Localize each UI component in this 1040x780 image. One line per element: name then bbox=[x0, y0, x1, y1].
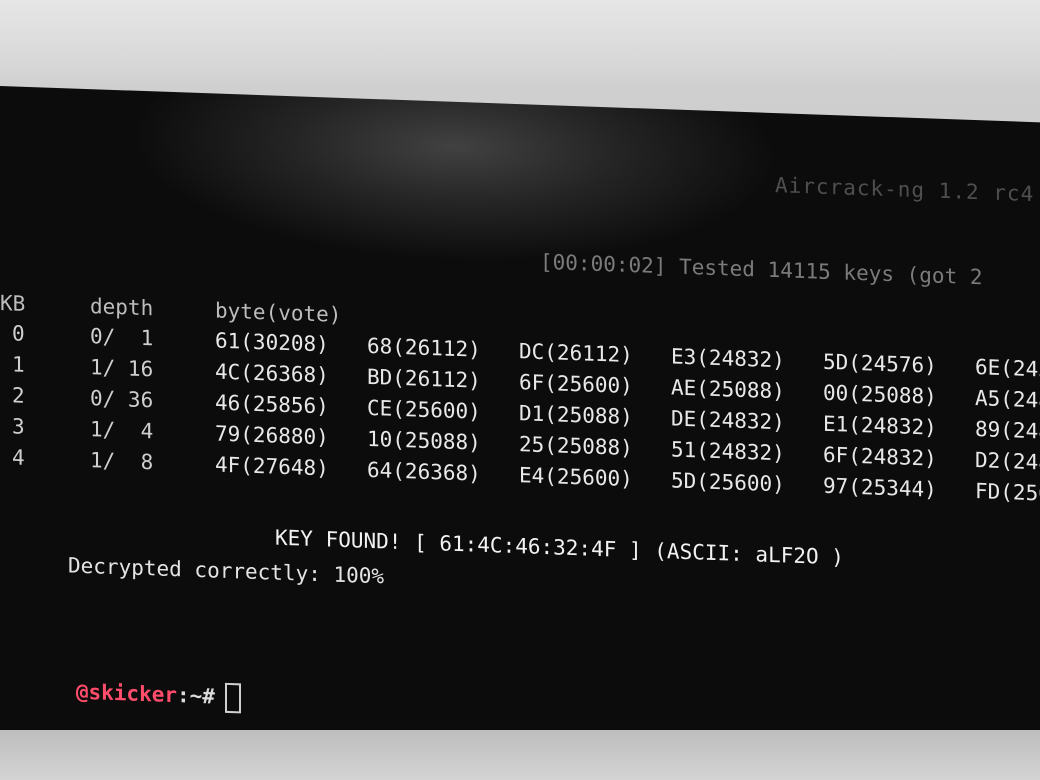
row-depth: 1/ 4 bbox=[90, 417, 154, 444]
vote-cell: 4C(26368) bbox=[215, 359, 329, 388]
vote-cell: 25(25088) bbox=[519, 432, 633, 461]
row-depth: 1/ 8 bbox=[90, 448, 154, 475]
prompt-host: @skicker bbox=[75, 679, 178, 708]
row-depth: 0/ 1 bbox=[90, 324, 154, 351]
vote-cell: 64(26368) bbox=[367, 457, 481, 486]
header-depth: depth bbox=[90, 294, 154, 321]
vote-cell: AE(25088) bbox=[671, 375, 785, 404]
monitor-screen: Aircrack-ng 1.2 rc4 [00:00:02] Tested 14… bbox=[0, 86, 1040, 773]
vote-cell: 79(26880) bbox=[215, 421, 329, 450]
vote-cell: DE(24832) bbox=[671, 406, 785, 435]
vote-cell: E1(24832) bbox=[823, 411, 937, 440]
vote-cell: D1(25088) bbox=[519, 401, 633, 430]
terminal-window[interactable]: Aircrack-ng 1.2 rc4 [00:00:02] Tested 14… bbox=[0, 86, 1040, 772]
vote-cell: D2(248 bbox=[975, 448, 1040, 475]
aircrack-banner: Aircrack-ng 1.2 rc4 bbox=[775, 173, 1035, 207]
header-kb: KB bbox=[0, 291, 26, 316]
vote-cell: 61(30208) bbox=[215, 328, 329, 357]
vote-cell: 5D(24576) bbox=[823, 349, 937, 378]
row-depth: 1/ 16 bbox=[90, 355, 154, 382]
vote-cell: 5D(25600) bbox=[671, 468, 785, 497]
monitor-bezel-bottom bbox=[0, 730, 1040, 780]
vote-cell: 51(24832) bbox=[671, 437, 785, 466]
vote-cell: 00(25088) bbox=[823, 380, 937, 409]
vote-cell: E3(24832) bbox=[671, 344, 785, 373]
vote-cell: 10(25088) bbox=[367, 426, 481, 455]
header-byte-vote: byte(vote) bbox=[215, 298, 342, 327]
progress-status: [00:00:02] Tested 14115 keys (got 2 bbox=[540, 249, 983, 290]
row-kb-index: 1 bbox=[12, 352, 25, 377]
vote-cell: 6E(245 bbox=[975, 355, 1040, 382]
row-kb-index: 4 bbox=[12, 445, 25, 470]
vote-cell: 89(248 bbox=[975, 417, 1040, 444]
vote-cell: BD(26112) bbox=[367, 364, 481, 393]
vote-cell: FD(250 bbox=[975, 479, 1040, 506]
row-kb-index: 0 bbox=[12, 321, 25, 346]
vote-cell: 6F(25600) bbox=[519, 370, 633, 399]
vote-cell: DC(26112) bbox=[519, 339, 633, 368]
prompt-path: :~# bbox=[177, 683, 215, 709]
row-depth: 0/ 36 bbox=[90, 386, 154, 413]
vote-cell: CE(25600) bbox=[367, 395, 481, 424]
vote-cell: 6F(24832) bbox=[823, 442, 937, 471]
vote-cell: 46(25856) bbox=[215, 390, 329, 419]
keybyte-table: 0 0/ 1 61(30208) 68(26112) DC(26112) E3(24832… bbox=[0, 321, 1040, 505]
vote-cell: E4(25600) bbox=[519, 463, 633, 492]
shell-prompt[interactable]: @skicker:~# bbox=[0, 651, 241, 737]
cursor-block bbox=[224, 682, 241, 714]
vote-cell: 68(26112) bbox=[367, 333, 481, 362]
decrypted-line: Decrypted correctly: 100% bbox=[68, 553, 385, 589]
vote-cell: 4F(27648) bbox=[215, 452, 329, 481]
row-kb-index: 3 bbox=[12, 414, 25, 439]
row-kb-index: 2 bbox=[12, 383, 25, 408]
vote-cell: A5(248 bbox=[975, 386, 1040, 413]
vote-cell: 97(25344) bbox=[823, 473, 937, 502]
